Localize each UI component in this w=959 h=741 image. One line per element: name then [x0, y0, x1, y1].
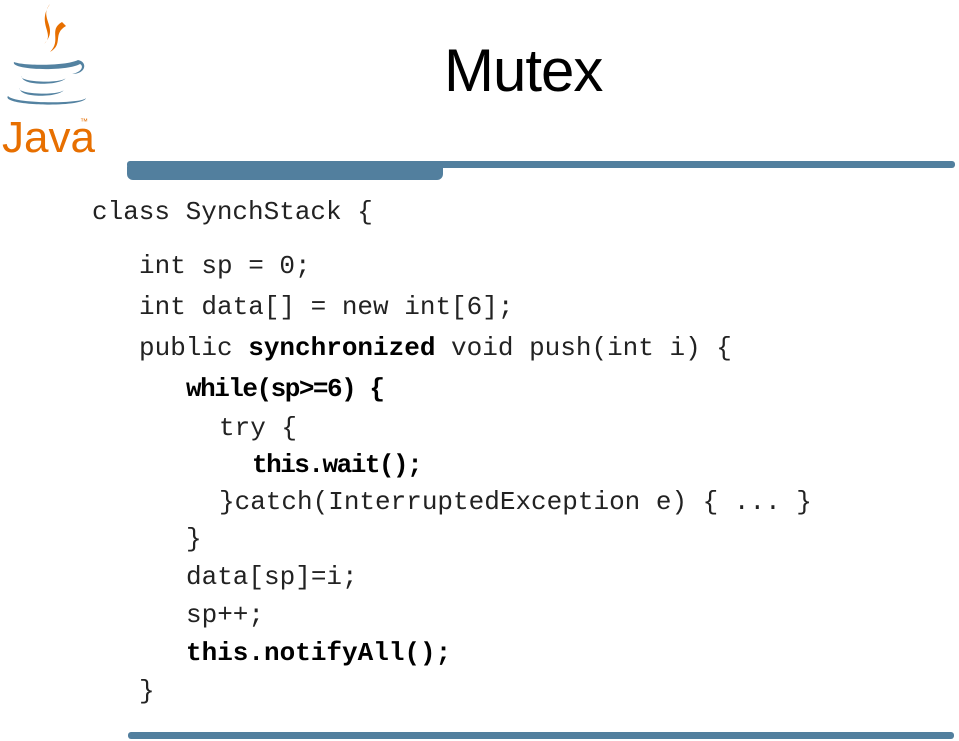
code-line: data[sp]=i; — [186, 562, 358, 592]
java-coffee-cup-icon: Java ™ — [2, 4, 95, 162]
footer-rule — [128, 732, 954, 739]
code-line: public synchronized void push(int i) { — [139, 333, 732, 363]
code-line: int sp = 0; — [139, 251, 311, 281]
code-line: }catch(InterruptedException e) { ... } — [219, 487, 812, 517]
slide-title: Mutex — [444, 37, 603, 104]
code-line: this.wait(); — [252, 450, 423, 480]
code-line: while(sp>=6) { — [186, 374, 385, 404]
java-logo: Java ™ — [0, 0, 95, 162]
code-line: class SynchStack { — [92, 197, 373, 227]
code-line: try { — [219, 413, 298, 443]
code-line: } — [139, 676, 155, 706]
title-underline-thick — [127, 161, 443, 180]
code-line: int data[] = new int[6]; — [139, 292, 514, 322]
code-keyword-synchronized: synchronized — [248, 333, 436, 363]
code-line: this.notifyAll(); — [186, 638, 452, 668]
code-line: } — [186, 524, 202, 554]
java-logo-tm: ™ — [80, 117, 88, 126]
code-line: sp++; — [186, 600, 265, 630]
